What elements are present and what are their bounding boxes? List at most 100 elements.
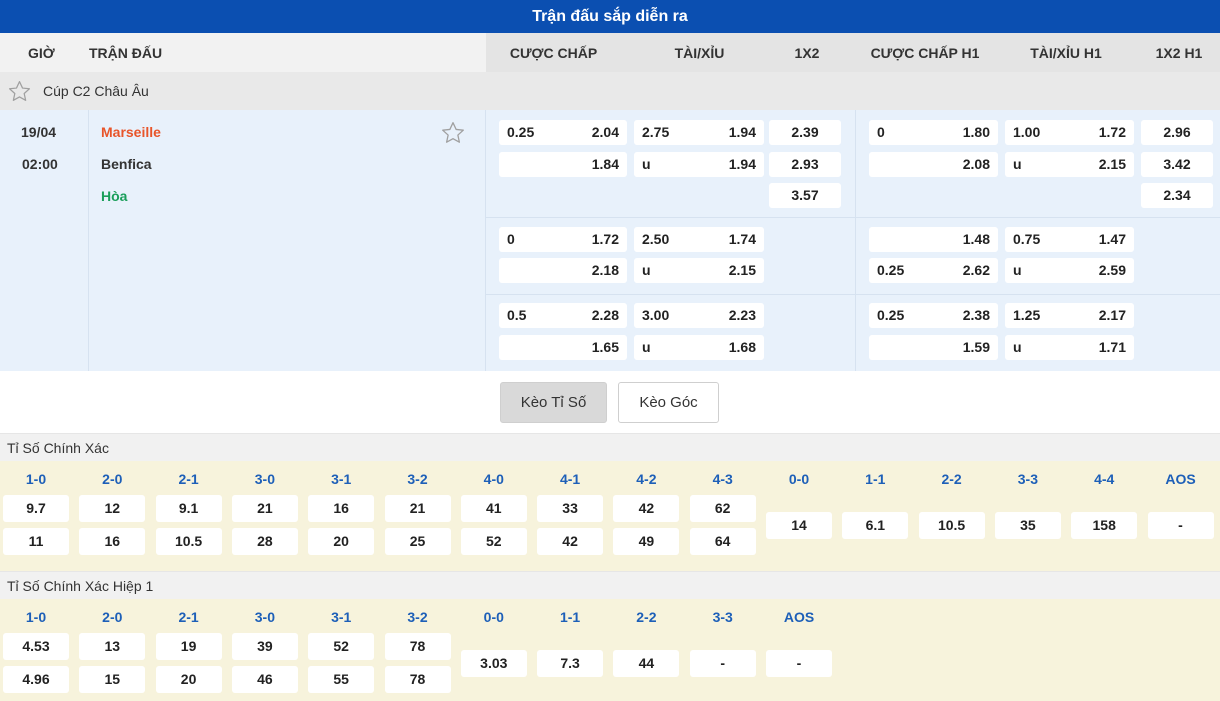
score-odds[interactable]: 62 (689, 495, 756, 522)
over-odds[interactable]: 2.75 1.94 (634, 120, 764, 145)
handicap-h1-away-odds[interactable]: 2.08 (869, 152, 998, 177)
score-odds[interactable]: 13 (79, 633, 146, 660)
score-odds[interactable]: 25 (384, 528, 451, 555)
score-odds[interactable]: 21 (231, 495, 298, 522)
under-h1-odds[interactable]: u 2.59 (1005, 258, 1134, 283)
exact-score-h1-title: Tỉ Số Chính Xác Hiệp 1 (0, 571, 1220, 599)
odds-value: 2.08 (962, 156, 990, 172)
score-odds[interactable]: 14 (766, 512, 832, 539)
score-odds[interactable]: 46 (231, 666, 298, 693)
league-name[interactable]: Cúp C2 Châu Âu (43, 72, 149, 110)
handicap-h1-away-odds[interactable]: 0.25 2.62 (869, 258, 998, 283)
under-label: u (1013, 339, 1022, 355)
score-odds[interactable]: 41 (460, 495, 527, 522)
score-odds[interactable]: 9.7 (3, 495, 69, 522)
under-label: u (1013, 262, 1022, 278)
x12-h1-draw-odds[interactable]: 2.34 (1141, 183, 1213, 208)
column-header: GIỜ TRẬN ĐẤU CƯỢC CHẤP TÀI/XỈU 1X2 CƯỢC … (0, 33, 1220, 72)
home-team[interactable]: Marseille (101, 124, 161, 140)
score-odds[interactable]: 28 (231, 528, 298, 555)
score-odds[interactable]: 7.3 (537, 650, 604, 677)
score-odds[interactable]: - (1147, 512, 1214, 539)
handicap-home-odds[interactable]: 0.5 2.28 (499, 303, 627, 328)
odds-value: 2.15 (728, 262, 756, 278)
score-odds[interactable]: 20 (308, 528, 375, 555)
handicap-home-odds[interactable]: 0.25 2.04 (499, 120, 627, 145)
score-odds[interactable]: 3.03 (460, 650, 527, 677)
score-odds[interactable]: 42 (613, 495, 680, 522)
score-odds[interactable]: 10.5 (155, 528, 222, 555)
score-odds[interactable]: 52 (308, 633, 375, 660)
score-label: 4-3 (712, 471, 733, 487)
score-odds[interactable]: 35 (994, 512, 1061, 539)
handicap-away-odds[interactable]: 2.18 (499, 258, 627, 283)
score-odds[interactable]: 9.1 (155, 495, 222, 522)
score-odds[interactable]: 64 (689, 528, 756, 555)
under-h1-odds[interactable]: u 2.15 (1005, 152, 1134, 177)
away-team[interactable]: Benfica (101, 156, 152, 172)
score-odds[interactable]: 78 (384, 633, 451, 660)
score-odds[interactable]: 15 (79, 666, 146, 693)
score-odds[interactable]: 16 (308, 495, 375, 522)
score-odds[interactable]: 52 (460, 528, 527, 555)
handicap-h1-home-odds[interactable]: 0.25 2.38 (869, 303, 998, 328)
score-odds[interactable]: 4.53 (3, 633, 69, 660)
match-time: 02:00 (22, 156, 58, 172)
x12-draw-odds[interactable]: 3.57 (769, 183, 841, 208)
x12-h1-away-odds[interactable]: 3.42 (1141, 152, 1213, 177)
over-h1-odds[interactable]: 1.25 2.17 (1005, 303, 1134, 328)
x12-away-odds[interactable]: 2.93 (769, 152, 841, 177)
score-odds[interactable]: 16 (79, 528, 146, 555)
under-h1-odds[interactable]: u 1.71 (1005, 335, 1134, 360)
handicap-h1-away-odds[interactable]: 1.59 (869, 335, 998, 360)
score-odds[interactable]: 44 (613, 650, 680, 677)
exact-score-grid: 1-0 9.7 11 2-0 12 16 2-1 9.1 10.5 3-0 21 28 3-1 16 20 3… (0, 461, 1220, 571)
ou-line: 0.75 (1013, 231, 1041, 247)
score-odds[interactable]: 20 (155, 666, 222, 693)
score-odds[interactable]: 42 (537, 528, 604, 555)
x12-h1-home-odds[interactable]: 2.96 (1141, 120, 1213, 145)
over-h1-odds[interactable]: 1.00 1.72 (1005, 120, 1134, 145)
score-odds[interactable]: 12 (79, 495, 146, 522)
score-odds[interactable]: 49 (613, 528, 680, 555)
score-odds[interactable]: 33 (537, 495, 604, 522)
star-outline-icon[interactable] (7, 79, 32, 104)
handicap-h1-home-odds[interactable]: 0 1.80 (869, 120, 998, 145)
ou-line: 2.75 (642, 124, 670, 140)
x12-home-odds[interactable]: 2.39 (769, 120, 841, 145)
score-odds[interactable]: 6.1 (842, 512, 909, 539)
under-odds[interactable]: u 1.94 (634, 152, 764, 177)
over-h1-odds[interactable]: 0.75 1.47 (1005, 227, 1134, 252)
header-1x2: 1X2 (794, 44, 820, 61)
divider (855, 110, 856, 371)
handicap-away-odds[interactable]: 1.84 (499, 152, 627, 177)
score-odds[interactable]: 21 (384, 495, 451, 522)
over-odds[interactable]: 3.00 2.23 (634, 303, 764, 328)
odds-value: 2.04 (591, 124, 619, 140)
header-match: TRẬN ĐẤU (89, 44, 163, 61)
handicap-h1-home-odds[interactable]: 1.48 (869, 227, 998, 252)
divider (88, 110, 89, 371)
tab-score-odds[interactable]: Kèo Tỉ Số (500, 382, 607, 423)
handicap-away-odds[interactable]: 1.65 (499, 335, 627, 360)
score-odds[interactable]: 55 (308, 666, 375, 693)
score-odds[interactable]: 4.96 (3, 666, 69, 693)
score-odds[interactable]: 19 (155, 633, 222, 660)
score-label: 2-1 (178, 471, 199, 487)
score-odds[interactable]: 158 (1071, 512, 1138, 539)
over-odds[interactable]: 2.50 1.74 (634, 227, 764, 252)
score-label: 4-1 (559, 471, 581, 487)
score-odds[interactable]: 39 (231, 633, 298, 660)
score-odds[interactable]: 78 (384, 666, 451, 693)
score-odds[interactable]: - (689, 650, 756, 677)
score-label: 1-1 (559, 609, 581, 625)
handicap-home-odds[interactable]: 0 1.72 (499, 227, 627, 252)
score-odds[interactable]: 11 (3, 528, 69, 555)
tab-corner-odds[interactable]: Kèo Góc (618, 382, 719, 423)
star-outline-icon[interactable] (440, 120, 466, 146)
score-odds[interactable]: 10.5 (918, 512, 985, 539)
under-odds[interactable]: u 2.15 (634, 258, 764, 283)
under-odds[interactable]: u 1.68 (634, 335, 764, 360)
score-label: AOS (783, 609, 815, 625)
score-odds[interactable]: - (766, 650, 832, 677)
